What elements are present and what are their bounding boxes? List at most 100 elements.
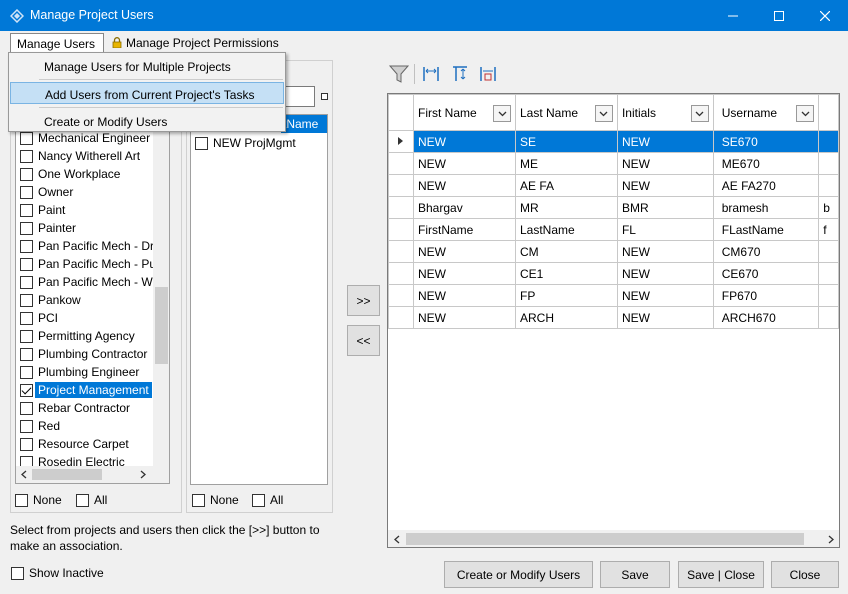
table-cell[interactable]: ARCH670 [712, 306, 820, 329]
users-list-header[interactable]: tName [281, 115, 327, 133]
column-header-first-name[interactable]: First Name [413, 94, 516, 131]
company-list-item[interactable]: Painter [20, 219, 76, 237]
row-header[interactable] [388, 284, 414, 307]
company-checkbox[interactable] [20, 293, 33, 307]
table-cell[interactable] [818, 240, 839, 263]
company-checkbox[interactable] [20, 365, 33, 379]
company-checkbox[interactable] [20, 203, 33, 217]
company-list-item[interactable]: Permitting Agency [20, 327, 135, 345]
table-cell[interactable]: NEW [616, 284, 714, 307]
grid-hscrollbar[interactable] [388, 530, 839, 547]
column-header-username[interactable]: Username [712, 94, 820, 131]
company-checkbox[interactable] [20, 311, 33, 325]
table-cell[interactable]: CM [515, 240, 618, 263]
company-list-item[interactable]: Pan Pacific Mech - Dry [20, 237, 160, 255]
scroll-left-icon[interactable] [393, 535, 401, 544]
filter-button[interactable] [388, 63, 410, 85]
companies-scroll-thumb[interactable] [155, 287, 168, 364]
company-checkbox[interactable] [20, 221, 33, 235]
table-cell[interactable] [818, 152, 839, 175]
company-list-item[interactable]: Nancy Witherell Art [20, 147, 140, 165]
table-cell[interactable] [818, 262, 839, 285]
table-cell[interactable]: FL [616, 218, 714, 241]
table-cell[interactable]: FLastName [712, 218, 820, 241]
company-list-item[interactable]: Red [20, 417, 60, 435]
company-list-item[interactable]: Plumbing Engineer [20, 363, 139, 381]
company-checkbox[interactable] [20, 347, 33, 361]
table-cell[interactable]: FP670 [712, 284, 820, 307]
table-cell[interactable]: NEW [616, 262, 714, 285]
remove-association-button[interactable]: << [347, 325, 380, 356]
tab-manage-permissions[interactable]: Manage Project Permissions [106, 33, 285, 53]
scroll-left-icon[interactable] [20, 470, 28, 479]
users-none[interactable]: None [192, 491, 239, 509]
table-cell[interactable]: FirstName [413, 218, 516, 241]
add-association-button[interactable]: >> [347, 285, 380, 316]
table-row[interactable]: NEW FP NEW FP670 [388, 284, 839, 307]
table-cell[interactable]: SE670 [712, 130, 820, 153]
company-checkbox[interactable] [20, 239, 33, 253]
table-cell[interactable]: NEW [616, 130, 714, 153]
create-modify-users-button[interactable]: Create or Modify Users [444, 561, 593, 588]
company-list-item[interactable]: Paint [20, 201, 65, 219]
company-list-item[interactable]: Pan Pacific Mech - Pu [20, 255, 156, 273]
column-header-last-name[interactable]: Last Name [515, 94, 618, 131]
table-cell[interactable] [818, 284, 839, 307]
row-header[interactable] [388, 174, 414, 197]
table-cell[interactable]: NEW [413, 174, 516, 197]
company-checkbox[interactable] [20, 437, 33, 451]
user-list-item[interactable]: NEW ProjMgmt [195, 134, 296, 152]
company-list-item[interactable]: Project Management [20, 381, 152, 399]
table-cell[interactable]: FP [515, 284, 618, 307]
minimize-button[interactable] [710, 0, 756, 31]
table-row[interactable]: NEW AE FA NEW AE FA270 [388, 174, 839, 197]
users-all-checkbox[interactable] [252, 493, 265, 507]
companies-hscroll-thumb[interactable] [32, 469, 102, 480]
users-none-checkbox[interactable] [192, 493, 205, 507]
company-list-item[interactable]: Pan Pacific Mech - We [20, 273, 159, 291]
table-cell[interactable]: NEW [413, 284, 516, 307]
menu-item-add-users-from-tasks[interactable]: Add Users from Current Project's Tasks [10, 82, 284, 104]
table-cell[interactable]: AE FA [515, 174, 618, 197]
column-settings-button[interactable] [477, 63, 499, 85]
table-row[interactable]: NEW ME NEW ME670 [388, 152, 839, 175]
table-cell[interactable] [818, 174, 839, 197]
company-checkbox[interactable] [20, 383, 33, 397]
company-checkbox[interactable] [20, 167, 33, 181]
table-cell[interactable]: NEW [413, 240, 516, 263]
menu-item-manage-multiple-projects[interactable]: Manage Users for Multiple Projects [10, 55, 284, 77]
table-row[interactable]: NEW ARCH NEW ARCH670 [388, 306, 839, 329]
table-cell[interactable]: SE [515, 130, 618, 153]
table-cell[interactable]: BMR [616, 196, 714, 219]
user-checkbox[interactable] [195, 136, 208, 150]
row-header[interactable] [388, 130, 414, 153]
companies-hscrollbar[interactable] [16, 466, 169, 483]
table-cell[interactable]: NEW [413, 262, 516, 285]
table-row[interactable]: NEW CM NEW CM670 [388, 240, 839, 263]
table-row[interactable]: Bhargav MR BMR bramesh b [388, 196, 839, 219]
last-name-filter-dropdown[interactable] [594, 105, 613, 122]
companies-vscrollbar[interactable] [153, 129, 169, 467]
table-cell[interactable]: Bhargav [413, 196, 516, 219]
table-cell[interactable]: NEW [413, 152, 516, 175]
table-cell[interactable]: NEW [616, 152, 714, 175]
companies-none-checkbox[interactable] [15, 493, 28, 507]
table-cell[interactable]: CE670 [712, 262, 820, 285]
table-cell[interactable]: ME [515, 152, 618, 175]
autosize-rows-button[interactable] [449, 63, 471, 85]
company-checkbox[interactable] [20, 419, 33, 433]
table-cell[interactable] [818, 130, 839, 153]
close-button[interactable]: Close [771, 561, 839, 588]
company-checkbox[interactable] [20, 257, 33, 271]
table-cell[interactable]: NEW [413, 306, 516, 329]
companies-all-checkbox[interactable] [76, 493, 89, 507]
close-window-button[interactable] [802, 0, 848, 31]
table-cell[interactable]: bramesh [712, 196, 820, 219]
table-cell[interactable]: NEW [413, 130, 516, 153]
company-checkbox[interactable] [20, 275, 33, 289]
users-filter-input[interactable] [285, 86, 315, 107]
users-all[interactable]: All [252, 491, 283, 509]
row-header[interactable] [388, 196, 414, 219]
company-checkbox[interactable] [20, 131, 33, 145]
company-list-item[interactable]: Resource Carpet [20, 435, 129, 453]
